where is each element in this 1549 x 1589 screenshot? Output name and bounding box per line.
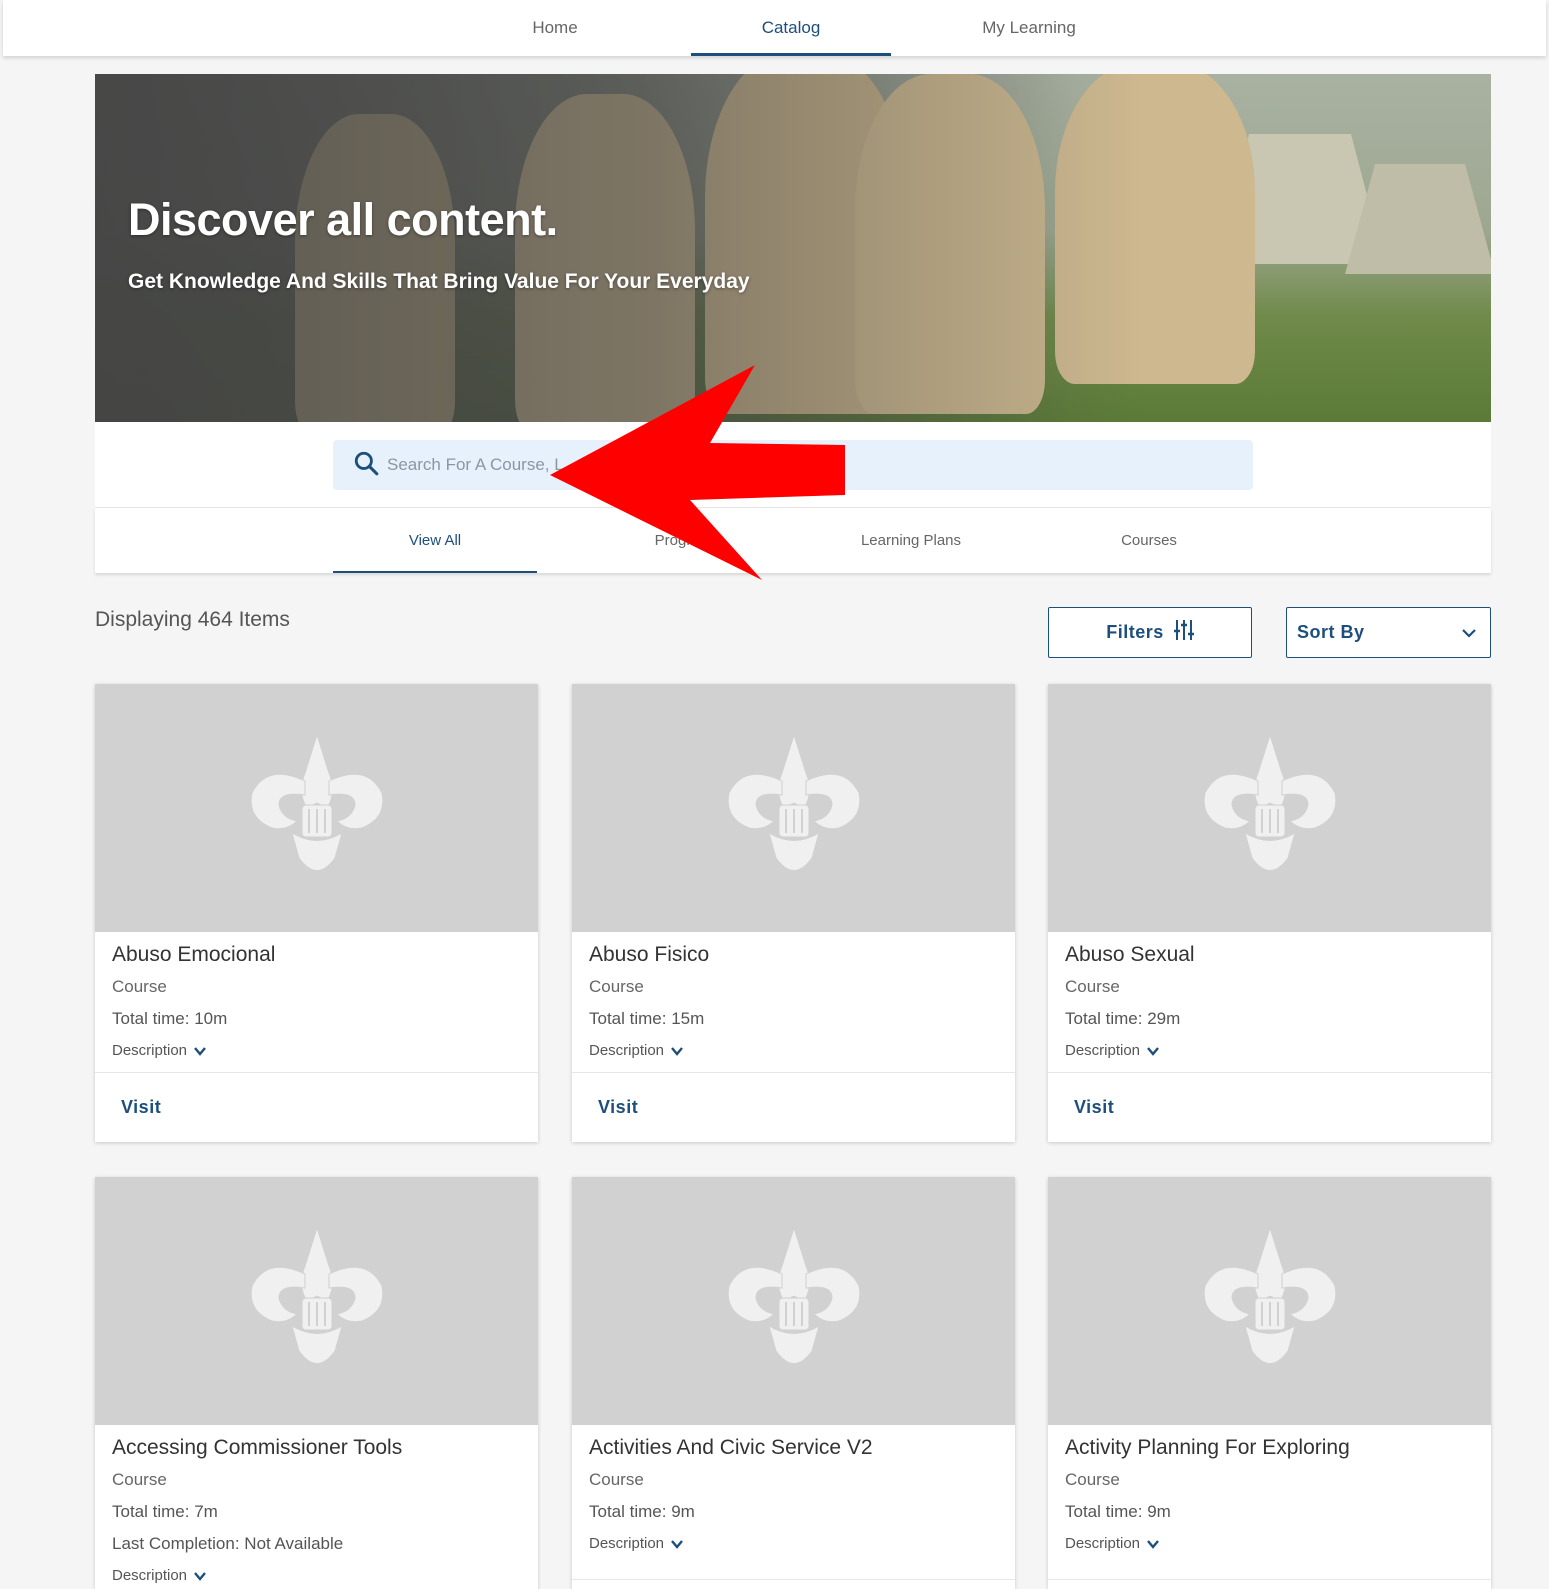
card-footer: Visit (572, 1072, 1015, 1142)
description-label: Description (589, 1535, 665, 1552)
description-toggle[interactable]: Description (1065, 1040, 1160, 1062)
items-count: Displaying 464 Items (95, 608, 290, 631)
card-thumbnail (1048, 684, 1491, 932)
card-type: Course (589, 977, 644, 996)
card-thumbnail (572, 1177, 1015, 1425)
chevron-down-icon (1147, 1047, 1159, 1056)
card-footer: Visit (95, 1072, 538, 1142)
fleur-de-lis-icon (1203, 733, 1336, 871)
card-type: Course (112, 977, 167, 996)
search-icon[interactable] (353, 450, 379, 481)
card-type: Course (1065, 977, 1120, 996)
description-label: Description (589, 1042, 665, 1059)
top-navigation: Home Catalog My Learning (3, 0, 1546, 56)
description-toggle[interactable]: Description (589, 1533, 684, 1555)
nav-catalog[interactable]: Catalog (691, 0, 891, 56)
card-title[interactable]: Abuso Emocional (112, 940, 521, 970)
chevron-down-icon (194, 1047, 206, 1056)
card-title[interactable]: Activity Planning For Exploring (1065, 1433, 1474, 1463)
card-title[interactable]: Activities And Civic Service V2 (589, 1433, 998, 1463)
description-label: Description (1065, 1042, 1141, 1059)
card-title[interactable]: Abuso Fisico (589, 940, 998, 970)
card-type: Course (112, 1470, 167, 1489)
card-total-time: Total time: 29m (1065, 1009, 1181, 1028)
chevron-down-icon (671, 1540, 683, 1549)
card-footer-divider (572, 1579, 1015, 1580)
course-card[interactable]: Abuso Fisico Course Total time: 15m Desc… (572, 684, 1015, 1142)
fleur-de-lis-icon (727, 1226, 860, 1364)
description-toggle[interactable]: Description (589, 1040, 684, 1062)
filters-label: Filters (1106, 622, 1164, 642)
card-type: Course (589, 1470, 644, 1489)
course-card[interactable]: Abuso Sexual Course Total time: 29m Desc… (1048, 684, 1491, 1142)
visit-link[interactable]: Visit (121, 1097, 161, 1118)
chevron-down-icon (1462, 622, 1476, 643)
red-arrow-annotation (550, 365, 845, 580)
card-thumbnail (1048, 1177, 1491, 1425)
card-title[interactable]: Accessing Commissioner Tools (112, 1433, 521, 1463)
card-thumbnail (95, 684, 538, 932)
tab-view-all[interactable]: View All (333, 508, 537, 573)
card-last-completion: Last Completion: Not Available (112, 1534, 344, 1553)
card-total-time: Total time: 7m (112, 1502, 218, 1521)
card-type: Course (1065, 1470, 1120, 1489)
chevron-down-icon (671, 1047, 683, 1056)
card-total-time: Total time: 9m (1065, 1502, 1171, 1521)
card-total-time: Total time: 9m (589, 1502, 695, 1521)
sliders-icon (1173, 619, 1194, 646)
card-total-time: Total time: 10m (112, 1009, 228, 1028)
fleur-de-lis-icon (1203, 1226, 1336, 1364)
description-label: Description (112, 1567, 188, 1584)
card-thumbnail (95, 1177, 538, 1425)
card-footer: Visit (1048, 1072, 1491, 1142)
sort-label: Sort By (1297, 622, 1365, 642)
description-label: Description (1065, 1535, 1141, 1552)
card-footer-divider (1048, 1579, 1491, 1580)
course-card[interactable]: Accessing Commissioner Tools Course Tota… (95, 1177, 538, 1589)
nav-my-learning[interactable]: My Learning (929, 0, 1129, 56)
visit-link[interactable]: Visit (1074, 1097, 1114, 1118)
chevron-down-icon (194, 1572, 206, 1581)
visit-link[interactable]: Visit (598, 1097, 638, 1118)
fleur-de-lis-icon (727, 733, 860, 871)
card-thumbnail (572, 684, 1015, 932)
fleur-de-lis-icon (250, 1226, 383, 1364)
card-title[interactable]: Abuso Sexual (1065, 940, 1474, 970)
description-toggle[interactable]: Description (112, 1565, 207, 1587)
sort-by-select[interactable]: Sort By (1286, 607, 1491, 658)
filters-button[interactable]: Filters (1048, 607, 1252, 658)
chevron-down-icon (1147, 1540, 1159, 1549)
nav-home[interactable]: Home (455, 0, 655, 56)
description-label: Description (112, 1042, 188, 1059)
description-toggle[interactable]: Description (112, 1040, 207, 1062)
course-card[interactable]: Activities And Civic Service V2 Course T… (572, 1177, 1015, 1589)
course-card[interactable]: Abuso Emocional Course Total time: 10m D… (95, 684, 538, 1142)
description-toggle[interactable]: Description (1065, 1533, 1160, 1555)
tab-courses[interactable]: Courses (1047, 508, 1251, 573)
hero-title: Discover all content. (128, 194, 558, 245)
fleur-de-lis-icon (250, 733, 383, 871)
course-card[interactable]: Activity Planning For Exploring Course T… (1048, 1177, 1491, 1589)
card-total-time: Total time: 15m (589, 1009, 705, 1028)
hero-subtitle: Get Knowledge And Skills That Bring Valu… (128, 270, 750, 293)
